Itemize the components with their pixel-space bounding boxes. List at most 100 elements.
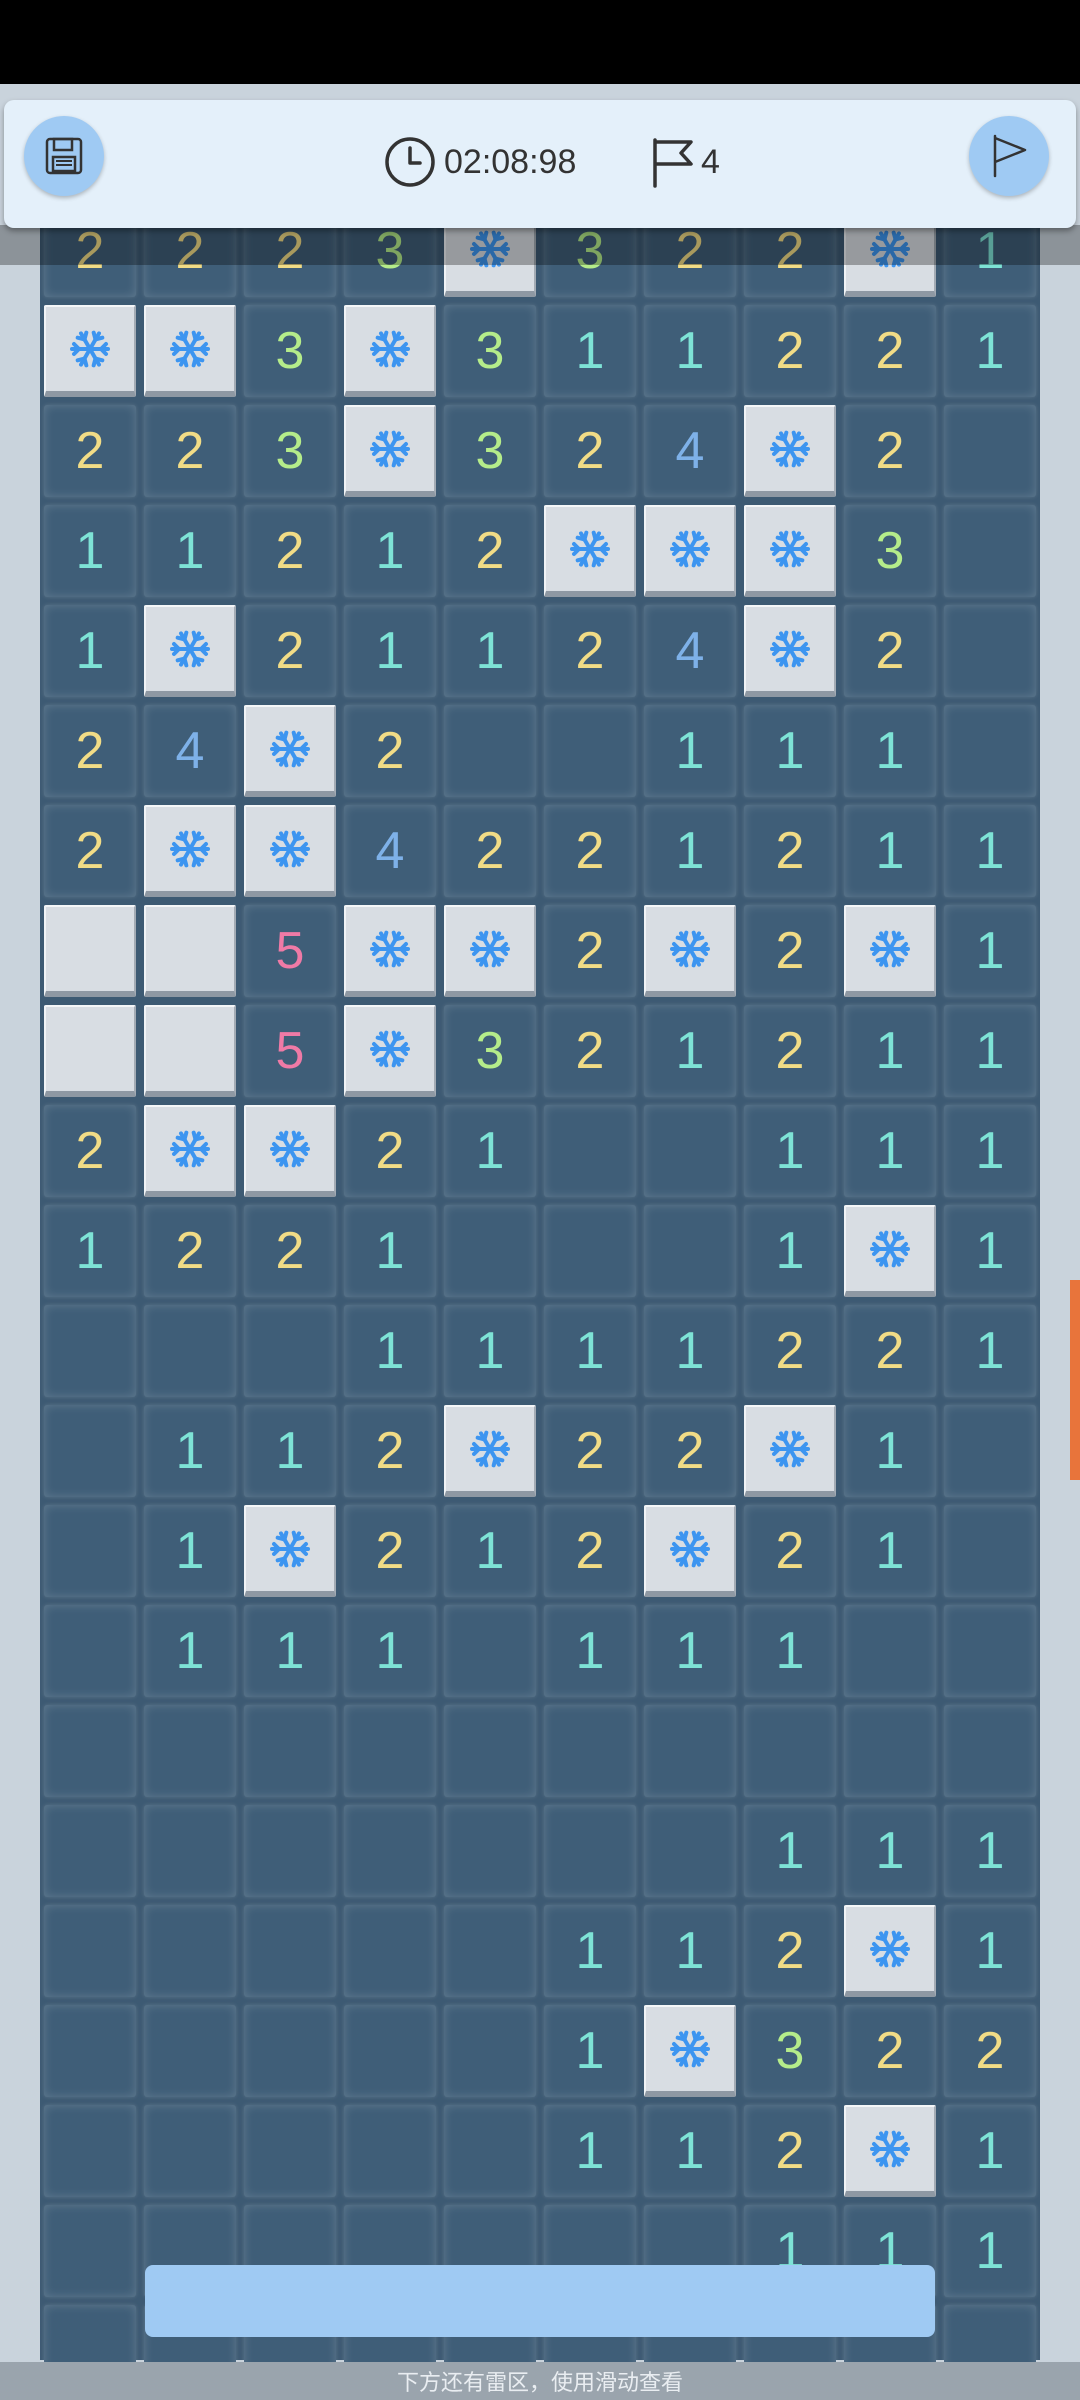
covered-cell-snowflake[interactable] <box>144 1105 236 1197</box>
empty-cell[interactable] <box>444 705 536 797</box>
number-cell[interactable]: 1 <box>544 2105 636 2197</box>
covered-cell-snowflake[interactable] <box>144 305 236 397</box>
empty-cell[interactable] <box>144 2005 236 2097</box>
number-cell[interactable]: 2 <box>844 2005 936 2097</box>
number-cell[interactable]: 1 <box>744 1205 836 1297</box>
empty-cell[interactable] <box>444 1805 536 1897</box>
number-cell[interactable]: 1 <box>944 1105 1036 1197</box>
number-cell[interactable]: 2 <box>244 1205 336 1297</box>
number-cell[interactable]: 2 <box>244 505 336 597</box>
number-cell[interactable]: 1 <box>944 2105 1036 2197</box>
number-cell[interactable]: 2 <box>344 1505 436 1597</box>
empty-cell[interactable] <box>344 2105 436 2197</box>
number-cell[interactable]: 2 <box>844 305 936 397</box>
number-cell[interactable]: 2 <box>744 805 836 897</box>
number-cell[interactable]: 1 <box>344 1605 436 1697</box>
covered-cell-snowflake[interactable] <box>444 905 536 997</box>
covered-cell-snowflake[interactable] <box>644 1505 736 1597</box>
number-cell[interactable]: 3 <box>444 305 536 397</box>
empty-cell[interactable] <box>944 1705 1036 1797</box>
empty-cell[interactable] <box>44 1705 136 1797</box>
number-cell[interactable]: 3 <box>444 1005 536 1097</box>
number-cell[interactable]: 1 <box>944 1205 1036 1297</box>
number-cell[interactable]: 1 <box>244 1405 336 1497</box>
empty-cell[interactable] <box>44 2205 136 2297</box>
number-cell[interactable]: 2 <box>344 1105 436 1197</box>
empty-cell[interactable] <box>244 2005 336 2097</box>
number-cell[interactable]: 1 <box>444 605 536 697</box>
empty-cell[interactable] <box>544 705 636 797</box>
covered-cell-snowflake[interactable] <box>844 905 936 997</box>
covered-cell-snowflake[interactable] <box>644 905 736 997</box>
empty-cell[interactable] <box>44 1405 136 1497</box>
empty-cell[interactable] <box>844 1605 936 1697</box>
number-cell[interactable]: 2 <box>744 1505 836 1597</box>
number-cell[interactable]: 1 <box>544 1905 636 1997</box>
empty-cell[interactable] <box>244 1905 336 1997</box>
number-cell[interactable]: 1 <box>644 805 736 897</box>
empty-cell[interactable] <box>44 1905 136 1997</box>
empty-cell[interactable] <box>44 1305 136 1397</box>
number-cell[interactable]: 1 <box>444 1505 536 1597</box>
covered-cell-snowflake[interactable] <box>644 505 736 597</box>
empty-cell[interactable] <box>644 1705 736 1797</box>
number-cell[interactable]: 4 <box>644 405 736 497</box>
empty-cell[interactable] <box>44 2005 136 2097</box>
number-cell[interactable]: 1 <box>944 1305 1036 1397</box>
covered-cell-snowflake[interactable] <box>744 1405 836 1497</box>
number-cell[interactable]: 1 <box>644 1305 736 1397</box>
number-cell[interactable]: 1 <box>944 1905 1036 1997</box>
number-cell[interactable]: 1 <box>844 805 936 897</box>
number-cell[interactable]: 4 <box>144 705 236 797</box>
number-cell[interactable]: 1 <box>344 605 436 697</box>
number-cell[interactable]: 2 <box>44 805 136 897</box>
empty-cell[interactable] <box>144 1805 236 1897</box>
number-cell[interactable]: 3 <box>744 2005 836 2097</box>
covered-cell-snowflake[interactable] <box>544 505 636 597</box>
number-cell[interactable]: 1 <box>944 905 1036 997</box>
empty-cell[interactable] <box>344 1705 436 1797</box>
covered-cell-snowflake[interactable] <box>244 1105 336 1197</box>
number-cell[interactable]: 2 <box>244 605 336 697</box>
number-cell[interactable]: 3 <box>844 505 936 597</box>
number-cell[interactable]: 2 <box>744 1005 836 1097</box>
number-cell[interactable]: 2 <box>944 2005 1036 2097</box>
number-cell[interactable]: 2 <box>544 605 636 697</box>
bottom-action-bar[interactable] <box>145 2265 935 2337</box>
number-cell[interactable]: 2 <box>744 905 836 997</box>
covered-cell-snowflake[interactable] <box>344 905 436 997</box>
covered-cell-snowflake[interactable] <box>744 505 836 597</box>
number-cell[interactable]: 1 <box>144 1605 236 1697</box>
empty-cell[interactable] <box>744 1705 836 1797</box>
empty-cell[interactable] <box>944 605 1036 697</box>
empty-cell[interactable] <box>344 2005 436 2097</box>
empty-cell[interactable] <box>944 505 1036 597</box>
covered-cell-snowflake[interactable] <box>44 305 136 397</box>
number-cell[interactable]: 1 <box>144 505 236 597</box>
number-cell[interactable]: 2 <box>344 705 436 797</box>
empty-cell[interactable] <box>944 1605 1036 1697</box>
covered-cell-snowflake[interactable] <box>644 2005 736 2097</box>
covered-cell-snowflake[interactable] <box>844 1905 936 1997</box>
number-cell[interactable]: 2 <box>444 805 536 897</box>
number-cell[interactable]: 1 <box>644 1605 736 1697</box>
number-cell[interactable]: 2 <box>744 305 836 397</box>
number-cell[interactable]: 1 <box>644 305 736 397</box>
empty-cell[interactable] <box>944 1405 1036 1497</box>
number-cell[interactable]: 5 <box>244 905 336 997</box>
save-button[interactable] <box>24 116 104 196</box>
empty-cell[interactable] <box>544 1805 636 1897</box>
number-cell[interactable]: 1 <box>444 1105 536 1197</box>
number-cell[interactable]: 5 <box>244 1005 336 1097</box>
empty-cell[interactable] <box>544 1205 636 1297</box>
empty-cell[interactable] <box>944 705 1036 797</box>
number-cell[interactable]: 1 <box>444 1305 536 1397</box>
covered-cell[interactable] <box>44 905 136 997</box>
number-cell[interactable]: 2 <box>544 1005 636 1097</box>
number-cell[interactable]: 1 <box>744 705 836 797</box>
number-cell[interactable]: 1 <box>144 1505 236 1597</box>
number-cell[interactable]: 2 <box>544 1505 636 1597</box>
covered-cell-snowflake[interactable] <box>144 605 236 697</box>
number-cell[interactable]: 2 <box>344 1405 436 1497</box>
covered-cell-snowflake[interactable] <box>244 1505 336 1597</box>
